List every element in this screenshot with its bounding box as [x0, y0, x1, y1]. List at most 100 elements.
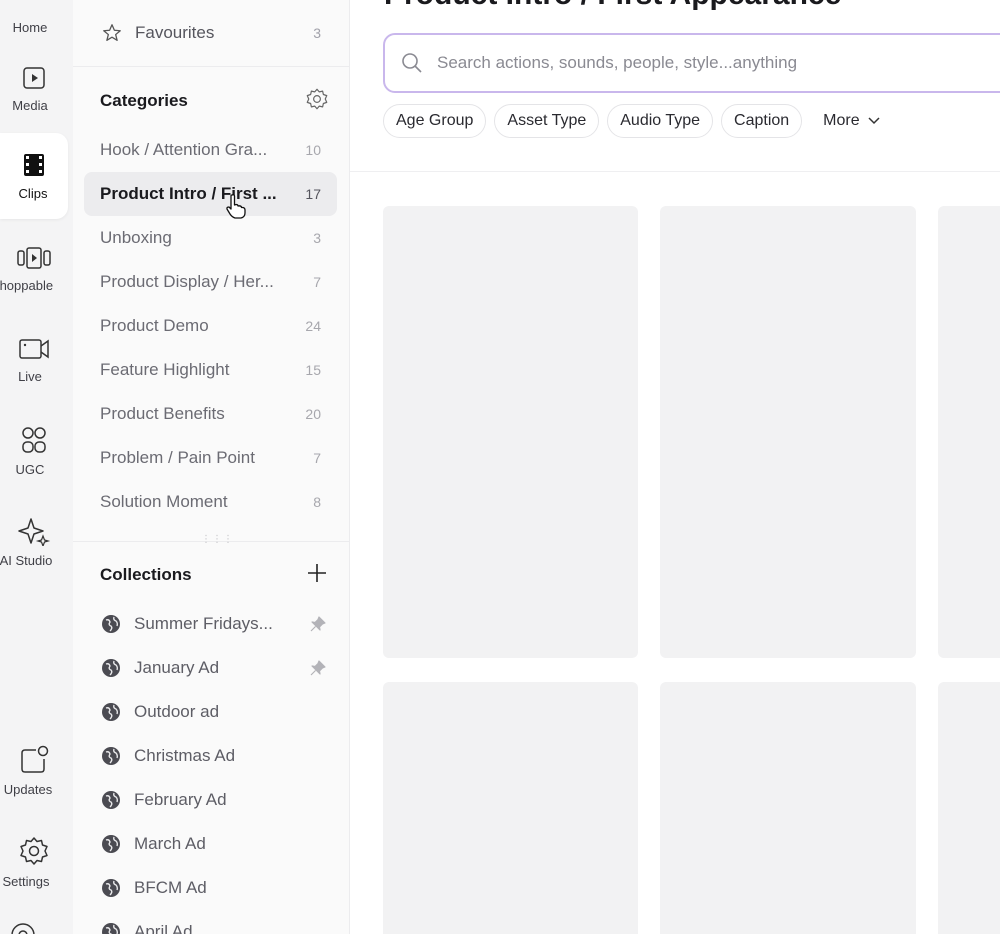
category-item[interactable]: Feature Highlight 15 — [84, 348, 337, 392]
category-count: 15 — [305, 362, 321, 378]
category-name: Product Demo — [100, 316, 209, 335]
category-name: Product Display / Her... — [100, 272, 274, 291]
favourites-item[interactable]: Favourites 3 — [101, 18, 321, 48]
pin-icon[interactable] — [309, 615, 327, 633]
collection-list: Summer Fridays... January Ad Outdoor ad … — [101, 602, 327, 934]
collection-name: Summer Fridays... — [134, 614, 273, 633]
live-icon — [17, 336, 51, 362]
category-count: 8 — [313, 494, 321, 510]
category-item-active[interactable]: Product Intro / First ... 17 — [84, 172, 337, 216]
category-item[interactable]: Product Demo 24 — [84, 304, 337, 348]
rail-item-label: Settings — [2, 874, 50, 889]
collection-item[interactable]: Christmas Ad — [101, 734, 327, 778]
media-icon — [20, 65, 48, 91]
clip-card-placeholder[interactable] — [938, 682, 1000, 934]
collection-name: February Ad — [134, 790, 227, 809]
resize-handle-icon[interactable]: ⋮⋮⋮ — [201, 534, 234, 545]
clip-card-placeholder[interactable] — [383, 206, 638, 658]
category-item[interactable]: Solution Moment 8 — [84, 480, 337, 524]
icon-rail: Home Media Clips Shoppable Live — [0, 0, 73, 934]
page-title: Product Intro / First Appearance — [384, 0, 841, 12]
rail-item-label: Home — [12, 20, 48, 35]
collection-name: April Ad — [134, 922, 193, 934]
collection-item[interactable]: BFCM Ad — [101, 866, 327, 910]
search-input[interactable] — [437, 53, 957, 73]
collections-header: Collections — [100, 560, 329, 590]
divider — [350, 171, 1000, 172]
collection-item[interactable]: March Ad — [101, 822, 327, 866]
category-item[interactable]: Problem / Pain Point 7 — [84, 436, 337, 480]
globe-icon — [102, 791, 120, 809]
app-window: Home Media Clips Shoppable Live — [0, 0, 1000, 934]
globe-icon — [102, 923, 120, 934]
globe-icon — [102, 835, 120, 853]
category-name: Hook / Attention Gra... — [100, 140, 268, 159]
filter-caption[interactable]: Caption — [721, 104, 803, 138]
rail-item-ugc[interactable]: UGC — [0, 408, 68, 494]
globe-icon — [102, 879, 120, 897]
rail-item-ai-studio[interactable]: AI Studio — [0, 499, 68, 585]
clips-main: Product Intro / First Appearance Age Gro… — [350, 0, 1000, 934]
clip-card-placeholder[interactable] — [660, 682, 916, 934]
pointer-cursor-icon — [225, 193, 247, 224]
rail-item-label: Shoppable — [0, 278, 54, 293]
collection-item[interactable]: Summer Fridays... — [101, 602, 327, 646]
category-count: 3 — [313, 230, 321, 246]
updates-icon — [18, 745, 50, 775]
categories-title: Categories — [100, 91, 188, 110]
clip-card-placeholder[interactable] — [938, 206, 1000, 658]
rail-item-live[interactable]: Live — [0, 317, 68, 403]
clip-card-placeholder[interactable] — [660, 206, 916, 658]
category-name: Product Benefits — [100, 404, 225, 423]
category-settings-icon[interactable] — [305, 87, 329, 116]
favourites-count: 3 — [313, 25, 321, 41]
category-count: 7 — [313, 450, 321, 466]
pin-icon[interactable] — [309, 659, 327, 677]
filter-audio-type[interactable]: Audio Type — [607, 104, 714, 138]
filter-asset-type[interactable]: Asset Type — [494, 104, 600, 138]
rail-item-label: Live — [18, 369, 42, 384]
category-count: 7 — [313, 274, 321, 290]
more-filters-button[interactable]: More — [810, 104, 893, 138]
collection-item[interactable]: January Ad — [101, 646, 327, 690]
collection-name: January Ad — [134, 658, 220, 677]
clips-icon — [20, 151, 48, 179]
category-item[interactable]: Product Benefits 20 — [84, 392, 337, 436]
rail-item-label: Media — [12, 98, 48, 113]
search-icon — [402, 53, 422, 73]
category-count: 20 — [305, 406, 321, 422]
divider — [73, 66, 349, 67]
collection-name: BFCM Ad — [134, 878, 207, 897]
collection-item[interactable]: February Ad — [101, 778, 327, 822]
collection-item[interactable]: April Ad — [101, 910, 327, 934]
ugc-icon — [18, 425, 50, 455]
filter-age-group[interactable]: Age Group — [383, 104, 487, 138]
globe-icon — [102, 659, 120, 677]
search-bar[interactable] — [383, 33, 1000, 93]
rail-item-updates[interactable]: Updates — [0, 728, 68, 814]
category-item[interactable]: Unboxing 3 — [84, 216, 337, 260]
category-name: Unboxing — [100, 228, 172, 247]
rail-item-label: Updates — [3, 782, 53, 797]
chevron-down-icon — [868, 117, 880, 125]
category-name: Problem / Pain Point — [100, 448, 255, 467]
category-count: 17 — [305, 186, 321, 202]
settings-icon — [18, 835, 50, 867]
collection-name: Outdoor ad — [134, 702, 220, 721]
category-item[interactable]: Hook / Attention Gra... 10 — [84, 128, 337, 172]
category-name: Feature Highlight — [100, 360, 230, 379]
collection-name: March Ad — [134, 834, 206, 853]
rail-item-media[interactable]: Media — [0, 46, 68, 132]
rail-item-label: AI Studio — [0, 553, 53, 568]
clip-card-placeholder[interactable] — [383, 682, 638, 934]
rail-item-shoppable[interactable]: Shoppable — [0, 226, 68, 312]
add-collection-icon[interactable] — [305, 561, 329, 590]
collection-item[interactable]: Outdoor ad — [101, 690, 327, 734]
rail-item-clips[interactable]: Clips — [0, 133, 68, 219]
rail-item-settings[interactable]: Settings — [0, 819, 68, 905]
help-icon[interactable] — [8, 920, 38, 934]
category-list: Hook / Attention Gra... 10 Product Intro … — [84, 128, 337, 524]
rail-item-label: Clips — [18, 186, 48, 201]
category-item[interactable]: Product Display / Her... 7 — [84, 260, 337, 304]
collection-name: Christmas Ad — [134, 746, 236, 765]
